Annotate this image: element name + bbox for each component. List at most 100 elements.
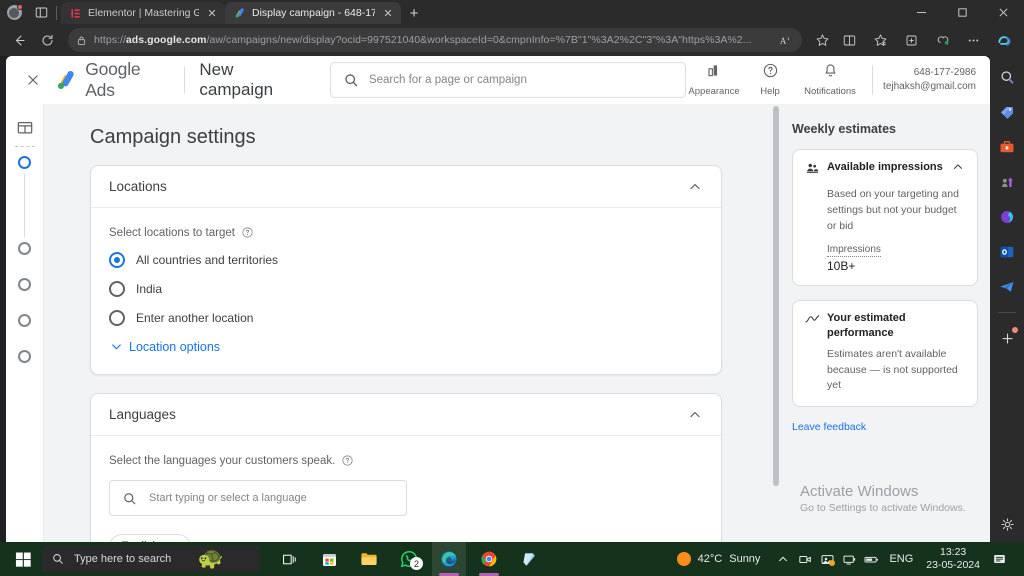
languages-card-header[interactable]: Languages xyxy=(91,394,721,436)
outlook-icon[interactable] xyxy=(994,239,1020,265)
telegram-icon[interactable] xyxy=(994,274,1020,300)
search-icon[interactable] xyxy=(994,64,1020,90)
copilot-icon[interactable] xyxy=(991,27,1018,53)
layout-icon[interactable] xyxy=(17,120,33,141)
appearance-button[interactable]: Appearance xyxy=(686,62,742,97)
leave-feedback-link[interactable]: Leave feedback xyxy=(792,421,978,433)
back-icon[interactable] xyxy=(6,27,32,53)
language-indicator[interactable]: ENG xyxy=(882,553,920,565)
taskbar-search-box[interactable]: Type here to search 🐢 xyxy=(42,546,260,572)
windows-app-icon[interactable] xyxy=(512,542,546,576)
radio-all-countries[interactable] xyxy=(109,252,125,268)
favorite-star-icon[interactable] xyxy=(810,28,834,52)
battery-icon[interactable] xyxy=(860,546,882,572)
whatsapp-icon[interactable]: 2 xyxy=(392,542,426,576)
browser-tab-2-close-icon[interactable]: ✕ xyxy=(381,6,395,20)
content-scrollbar-thumb[interactable] xyxy=(773,106,779,486)
google-ads-logo[interactable]: Google Ads xyxy=(55,59,170,101)
elementor-icon xyxy=(69,7,82,20)
designer-icon[interactable] xyxy=(994,204,1020,230)
weather-condition: Sunny xyxy=(729,553,761,565)
chevron-up-icon[interactable] xyxy=(951,160,965,174)
help-circle-icon[interactable] xyxy=(241,226,254,239)
settings-gear-icon[interactable] xyxy=(994,511,1020,537)
location-option-all-countries[interactable]: All countries and territories xyxy=(109,252,703,268)
close-button[interactable] xyxy=(983,0,1024,24)
tools-briefcase-icon[interactable] xyxy=(994,134,1020,160)
chevron-up-icon[interactable] xyxy=(687,179,703,195)
stepper-step-4[interactable] xyxy=(18,314,31,327)
google-chrome-icon[interactable] xyxy=(472,542,506,576)
task-view-icon[interactable] xyxy=(272,542,306,576)
reload-icon[interactable] xyxy=(34,27,60,53)
browser-tab-strip: Elementor | Mastering Google Ad ✕ Displa… xyxy=(0,0,1024,24)
new-tab-button[interactable]: + xyxy=(401,2,427,24)
svg-text:A: A xyxy=(779,35,786,45)
minimize-button[interactable] xyxy=(901,0,942,24)
meet-now-icon[interactable] xyxy=(794,546,816,572)
more-options-icon[interactable] xyxy=(960,27,987,53)
appearance-label: Appearance xyxy=(688,86,740,97)
add-to-collections-icon[interactable] xyxy=(898,27,925,53)
taskbar-search-placeholder: Type here to search xyxy=(74,553,172,565)
help-button[interactable]: Help xyxy=(742,62,798,97)
weather-widget[interactable]: 42°C Sunny xyxy=(676,552,761,566)
account-info[interactable]: 648-177-2986 tejhaksh@gmail.com xyxy=(883,66,976,93)
microsoft-store-icon[interactable] xyxy=(312,542,346,576)
maximize-button[interactable] xyxy=(942,0,983,24)
chevron-up-icon[interactable] xyxy=(687,407,703,423)
whatsapp-badge: 2 xyxy=(410,557,423,570)
browser-tab-1-close-icon[interactable]: ✕ xyxy=(205,6,219,20)
languages-field-label-row: Select the languages your customers spea… xyxy=(109,454,703,467)
stepper-step-1[interactable] xyxy=(18,156,31,169)
profile-button[interactable] xyxy=(0,0,28,24)
address-bar[interactable]: https://ads.google.com/aw/campaigns/new/… xyxy=(68,28,802,52)
read-aloud-icon[interactable]: A xyxy=(776,31,794,49)
notification-center-icon[interactable] xyxy=(986,546,1012,572)
location-option-another[interactable]: Enter another location xyxy=(109,310,703,326)
windows-start-icon[interactable] xyxy=(6,542,40,576)
language-search-input[interactable]: Start typing or select a language xyxy=(109,480,407,516)
estimated-performance-card: Your estimated performance Estimates are… xyxy=(792,300,978,408)
games-icon[interactable] xyxy=(994,169,1020,195)
impressions-metric-label[interactable]: Impressions xyxy=(827,244,881,258)
shopping-tag-icon[interactable] xyxy=(994,99,1020,125)
show-hidden-icons-icon[interactable] xyxy=(772,546,794,572)
radio-enter-another-location[interactable] xyxy=(109,310,125,326)
split-screen-icon[interactable] xyxy=(836,27,863,53)
browser-essentials-icon[interactable] xyxy=(929,27,956,53)
notifications-button[interactable]: Notifications xyxy=(798,62,862,97)
stepper-step-2[interactable] xyxy=(18,242,31,255)
add-app-icon[interactable] xyxy=(994,325,1020,351)
search-input[interactable]: Search for a page or campaign xyxy=(329,61,687,98)
tab-overview-button[interactable] xyxy=(28,0,54,24)
collections-icon[interactable] xyxy=(867,27,894,53)
stepper-connector xyxy=(24,174,25,237)
clock-date: 23-05-2024 xyxy=(926,559,980,571)
close-campaign-icon[interactable] xyxy=(20,67,45,93)
browser-tab-1[interactable]: Elementor | Mastering Google Ad ✕ xyxy=(61,2,225,24)
help-circle-icon[interactable] xyxy=(341,454,354,467)
taskbar-clock[interactable]: 13:23 23-05-2024 xyxy=(920,546,986,572)
radio-india[interactable] xyxy=(109,281,125,297)
onedrive-icon[interactable] xyxy=(816,546,838,572)
location-options-link[interactable]: Location options xyxy=(109,339,703,354)
header-actions-divider xyxy=(872,64,874,95)
available-impressions-header[interactable]: Available impressions xyxy=(805,160,965,181)
system-tray: 42°C Sunny ENG 13:23 23-05-2024 xyxy=(676,546,1018,572)
stepper-step-5[interactable] xyxy=(18,350,31,363)
weather-temperature: 42°C xyxy=(697,553,723,565)
browser-tab-2[interactable]: Display campaign - 648-177-298 ✕ xyxy=(225,2,401,24)
locations-card-header[interactable]: Locations xyxy=(91,166,721,208)
lock-icon xyxy=(76,35,87,46)
google-ads-header: Google Ads New campaign Search for a pag… xyxy=(6,56,990,104)
stepper-step-3[interactable] xyxy=(18,278,31,291)
file-explorer-icon[interactable] xyxy=(352,542,386,576)
languages-card: Languages Select the languages your cust… xyxy=(90,393,722,542)
location-option-india[interactable]: India xyxy=(109,281,703,297)
microsoft-edge-icon[interactable] xyxy=(432,542,466,576)
language-chip-english[interactable]: English xyxy=(109,534,191,542)
location-option-all-countries-label: All countries and territories xyxy=(136,253,279,267)
network-icon[interactable] xyxy=(838,546,860,572)
google-ads-logo-icon xyxy=(57,70,74,89)
